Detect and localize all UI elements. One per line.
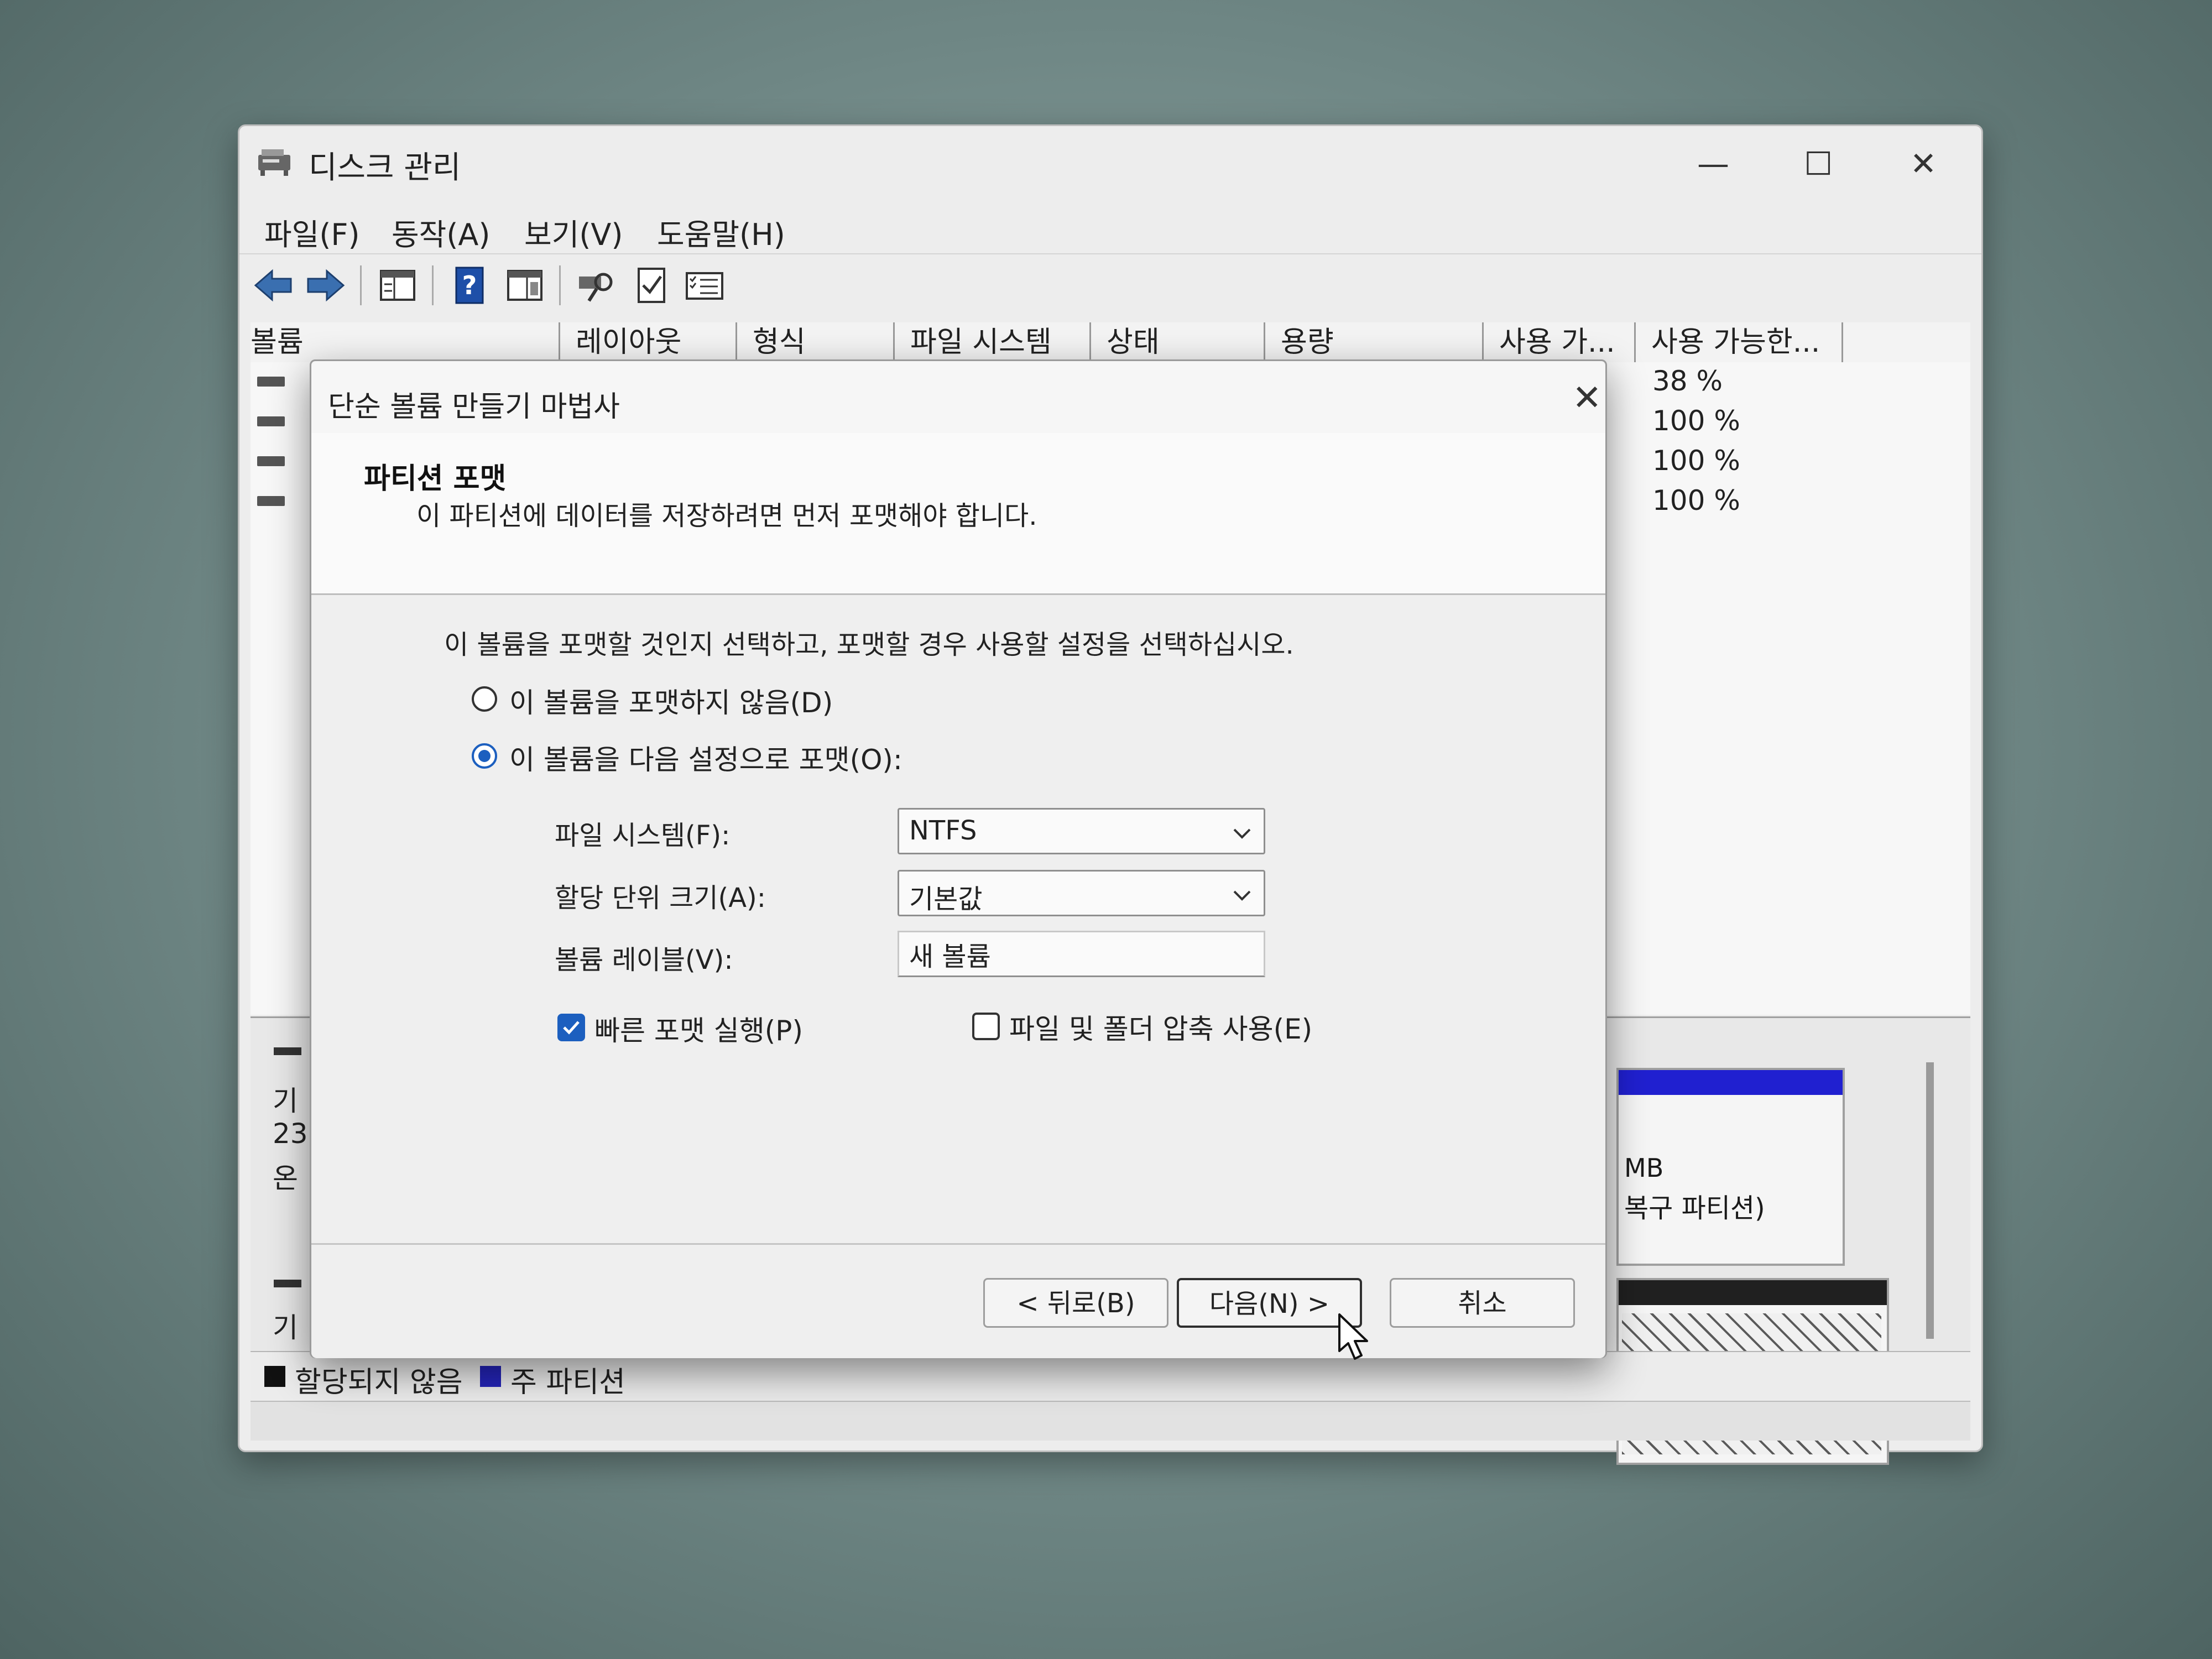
disk-map-scrollbar[interactable] <box>1926 1062 1934 1339</box>
legend-bar: 할당되지 않음 주 파티션 <box>251 1351 1970 1402</box>
checkmark-icon <box>563 1021 580 1035</box>
menu-help[interactable]: 도움말(H) <box>657 210 785 254</box>
disk-icon <box>274 1280 301 1287</box>
title-bar[interactable]: 디스크 관리 — ☐ ✕ <box>239 126 1981 198</box>
percent-free-cell: 100 % <box>1652 484 1740 517</box>
chevron-down-icon <box>1233 828 1251 839</box>
toolbar-separator <box>432 265 434 305</box>
disk0-status-label: 온 <box>273 1162 298 1194</box>
partition-size-label: MB <box>1624 1153 1664 1183</box>
column-type[interactable]: 형식 <box>737 322 895 362</box>
volume-drive-icon <box>257 416 285 426</box>
chevron-down-icon <box>1233 890 1251 901</box>
forward-arrow-icon[interactable] <box>306 265 346 305</box>
help-icon[interactable]: ? <box>450 265 489 305</box>
wizard-body: 이 볼륨을 포맷할 것인지 선택하고, 포맷할 경우 사용할 설정을 선택하십시… <box>311 595 1605 1203</box>
file-system-label: 파일 시스템(F): <box>555 820 731 851</box>
close-button[interactable]: ✕ <box>1898 142 1948 186</box>
rescan-disk-icon[interactable] <box>577 265 617 305</box>
percent-free-cell: 100 % <box>1652 445 1740 477</box>
compression-label[interactable]: 파일 및 폴더 압축 사용(E) <box>1009 1007 1312 1047</box>
cancel-button[interactable]: 취소 <box>1390 1278 1575 1328</box>
mouse-cursor-icon <box>1338 1313 1368 1360</box>
format-prompt: 이 볼륨을 포맷할 것인지 선택하고, 포맷할 경우 사용할 설정을 선택하십시… <box>444 629 1294 660</box>
status-bar <box>251 1401 1970 1441</box>
volume-list-header: 볼륨 레이아웃 형식 파일 시스템 상태 용량 사용 가... 사용 가능한..… <box>251 322 1970 364</box>
wizard-subheading: 이 파티션에 데이터를 저장하려면 먼저 포맷해야 합니다. <box>416 500 1037 531</box>
volume-drive-icon <box>257 496 285 506</box>
column-volume[interactable]: 볼륨 <box>251 322 560 362</box>
no-format-radio[interactable] <box>472 686 497 712</box>
wizard-header: 파티션 포맷 이 파티션에 데이터를 저장하려면 먼저 포맷해야 합니다. <box>311 433 1605 595</box>
partition-type-label: 복구 파티션) <box>1624 1193 1765 1224</box>
disk0-size-label: 23 <box>273 1118 308 1150</box>
wizard-title-bar[interactable]: 단순 볼륨 만들기 마법사 ✕ <box>311 361 1605 433</box>
properties-window-icon[interactable] <box>505 265 545 305</box>
volume-label-input[interactable] <box>898 931 1265 977</box>
allocation-unit-label: 할당 단위 크기(A): <box>555 883 766 914</box>
menu-file[interactable]: 파일(F) <box>264 210 360 254</box>
wizard-footer: < 뒤로(B) 다음(N) > 취소 <box>311 1243 1605 1358</box>
disk0-type-label: 기 <box>273 1085 298 1117</box>
percent-free-cell: 100 % <box>1652 405 1740 437</box>
disk-list-icon[interactable] <box>378 265 418 305</box>
toolbar-separator <box>559 265 561 305</box>
toolbar: ? <box>239 253 1981 315</box>
primary-swatch <box>480 1366 501 1387</box>
column-status[interactable]: 상태 <box>1091 322 1265 362</box>
window-title: 디스크 관리 <box>309 150 461 186</box>
menu-view[interactable]: 보기(V) <box>524 210 623 254</box>
menu-bar: 파일(F) 동작(A) 보기(V) 도움말(H) <box>239 198 1981 253</box>
column-capacity[interactable]: 용량 <box>1265 322 1484 362</box>
percent-free-cell: 38 % <box>1652 365 1723 397</box>
quick-format-checkbox[interactable] <box>557 1014 585 1041</box>
column-free-space[interactable]: 사용 가... <box>1484 322 1636 362</box>
minimize-button[interactable]: — <box>1688 142 1738 186</box>
compression-checkbox[interactable] <box>972 1013 1000 1040</box>
file-system-dropdown[interactable]: NTFS <box>898 808 1265 854</box>
menu-action[interactable]: 동작(A) <box>392 210 490 254</box>
allocation-unit-dropdown[interactable]: 기본값 <box>898 870 1265 916</box>
unallocated-bar <box>1619 1280 1887 1305</box>
settings-list-icon[interactable] <box>685 265 724 305</box>
legend-unallocated: 할당되지 않음 <box>295 1366 463 1399</box>
file-system-value: NTFS <box>909 815 977 846</box>
wizard-title: 단순 볼륨 만들기 마법사 <box>328 390 620 424</box>
quick-format-label[interactable]: 빠른 포맷 실행(P) <box>594 1009 803 1048</box>
primary-partition-bar <box>1619 1070 1843 1095</box>
volume-drive-icon <box>257 456 285 466</box>
back-button[interactable]: < 뒤로(B) <box>983 1278 1168 1328</box>
checklist-icon[interactable] <box>632 265 672 305</box>
disk-icon <box>274 1047 301 1055</box>
svg-text:?: ? <box>462 270 477 300</box>
allocation-unit-value: 기본값 <box>909 884 983 915</box>
wizard-heading: 파티션 포맷 <box>364 462 507 495</box>
wizard-close-icon[interactable]: ✕ <box>1572 378 1602 419</box>
disk-management-app-icon <box>258 149 290 176</box>
disk1-type-label: 기 <box>273 1312 298 1344</box>
format-radio[interactable] <box>472 743 497 769</box>
maximize-button[interactable]: ☐ <box>1793 142 1843 186</box>
toolbar-separator <box>360 265 362 305</box>
no-format-label[interactable]: 이 볼륨을 포맷하지 않음(D) <box>509 681 833 721</box>
column-file-system[interactable]: 파일 시스템 <box>895 322 1091 362</box>
format-label[interactable]: 이 볼륨을 다음 설정으로 포맷(O): <box>509 738 902 778</box>
column-layout[interactable]: 레이아웃 <box>560 322 737 362</box>
column-percent-free[interactable]: 사용 가능한... <box>1636 322 1843 362</box>
back-arrow-icon[interactable] <box>253 265 293 305</box>
volume-label-label: 볼륨 레이블(V): <box>555 945 733 975</box>
unallocated-swatch <box>264 1366 285 1387</box>
volume-drive-icon <box>257 377 285 387</box>
new-simple-volume-wizard: 단순 볼륨 만들기 마법사 ✕ 파티션 포맷 이 파티션에 데이터를 저장하려면… <box>310 359 1607 1360</box>
recovery-partition-block[interactable]: MB 복구 파티션) <box>1616 1068 1845 1266</box>
next-button[interactable]: 다음(N) > <box>1177 1278 1362 1328</box>
legend-primary: 주 파티션 <box>510 1366 625 1399</box>
